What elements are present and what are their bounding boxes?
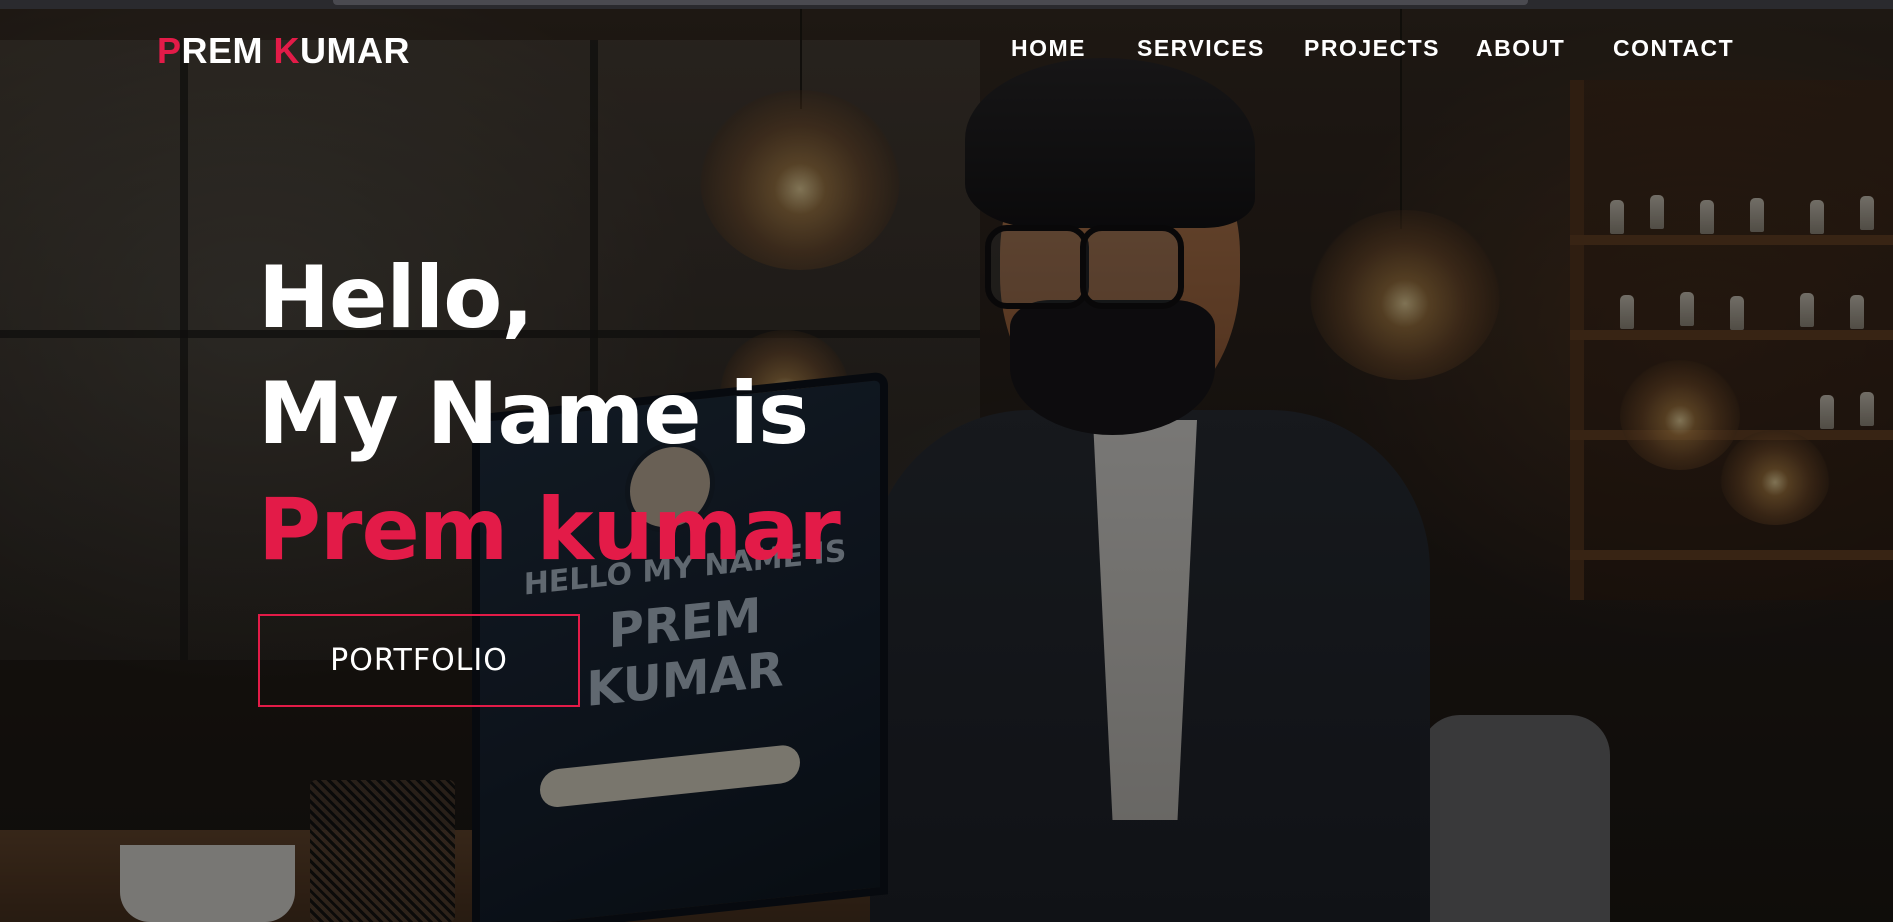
hero-intro: My Name is	[258, 364, 809, 464]
hero-heading: Hello, My Name is Prem kumar	[258, 240, 1058, 588]
nav-contact[interactable]: CONTACT	[1613, 35, 1734, 62]
main-nav: HOME SERVICES PROJECTS ABOUT CONTACT	[0, 35, 1893, 67]
hero-greeting: Hello,	[258, 248, 534, 348]
portfolio-page: HELLO MY NAME IS PREM KUMAR PREM KUMAR H…	[0, 0, 1893, 922]
nav-services[interactable]: SERVICES	[1137, 35, 1265, 62]
browser-scrollbar[interactable]	[0, 0, 1893, 9]
nav-projects[interactable]: PROJECTS	[1304, 35, 1440, 62]
portfolio-button[interactable]: PORTFOLIO	[258, 614, 580, 707]
hero-name: Prem kumar	[258, 480, 841, 580]
scrollbar-thumb[interactable]	[333, 0, 1528, 5]
nav-home[interactable]: HOME	[1011, 35, 1086, 62]
nav-about[interactable]: ABOUT	[1476, 35, 1565, 62]
